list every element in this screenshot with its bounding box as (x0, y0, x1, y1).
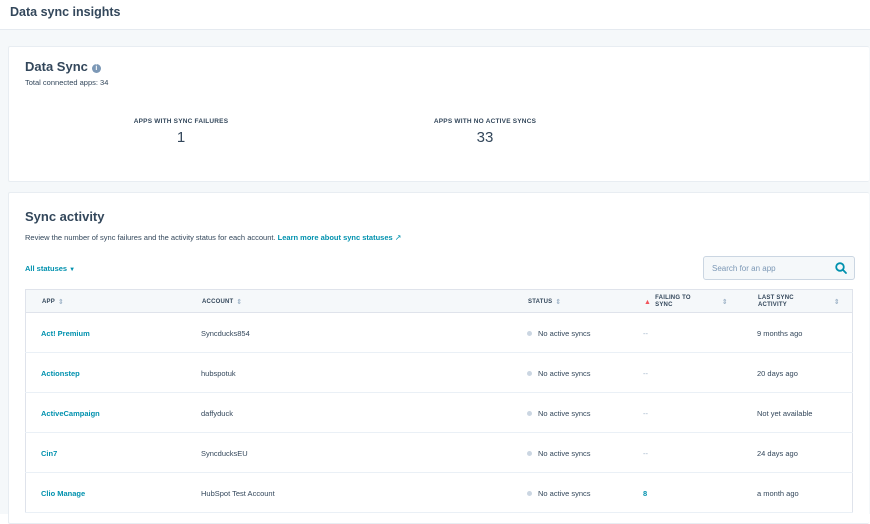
column-label-last-sync: LAST SYNC ACTIVITY (758, 295, 794, 308)
status-dot-icon (527, 450, 532, 456)
table-row: Clio Manage HubSpot Test Account No acti… (25, 473, 853, 513)
sync-activity-card: Sync activity Review the number of sync … (8, 192, 869, 524)
failing-cell: -- (643, 448, 648, 458)
column-header-last-sync-activity[interactable]: LAST SYNC ACTIVITY ⇕ (758, 290, 840, 314)
account-cell: HubSpot Test Account (201, 488, 275, 498)
column-header-app[interactable]: APP ⇕ (42, 290, 64, 314)
table-row: Act! Premium Syncducks854 No active sync… (25, 313, 853, 353)
search-input[interactable] (710, 260, 829, 277)
total-connected-apps: Total connected apps: 34 (25, 78, 109, 87)
last-activity-cell: 20 days ago (757, 368, 798, 378)
account-cell: Syncducks854 (201, 328, 250, 338)
column-header-account[interactable]: ACCOUNT ⇕ (202, 290, 242, 314)
app-link[interactable]: Actionstep (41, 369, 80, 378)
app-link[interactable]: Cin7 (41, 449, 57, 458)
info-icon[interactable]: i (91, 64, 101, 73)
column-header-failing-to-sync[interactable]: ▲ FAILING TO SYNC ⇕ (644, 290, 728, 314)
last-activity-cell: a month ago (757, 488, 799, 498)
sort-icon: ⇕ (833, 299, 840, 306)
status-dot-icon (527, 490, 532, 496)
table-header: APP ⇕ ACCOUNT ⇕ STATUS ⇕ ▲ FAILING TO SYNC ⇕… (25, 289, 853, 313)
table-row: Actionstep hubspotuk No active syncs -- … (25, 353, 853, 393)
failing-cell: -- (643, 408, 648, 418)
account-cell: daffyduck (201, 408, 233, 418)
table-row: Cin7 SyncducksEU No active syncs -- 24 d… (25, 433, 853, 473)
external-link-icon[interactable]: ↗ (395, 233, 402, 242)
sort-icon: ⇕ (555, 299, 562, 306)
table-row: ActiveCampaign daffyduck No active syncs… (25, 393, 853, 433)
last-activity-cell: Not yet available (757, 408, 813, 418)
column-header-status[interactable]: STATUS ⇕ (528, 290, 561, 314)
stat-value-sync-failures: 1 (176, 129, 186, 146)
status-dot-icon (527, 330, 532, 336)
account-cell: hubspotuk (201, 368, 236, 378)
learn-more-link[interactable]: Learn more about sync statuses (278, 233, 393, 242)
column-label-app: APP (42, 299, 55, 305)
app-link[interactable]: Act! Premium (41, 329, 90, 338)
sort-icon: ⇕ (721, 299, 728, 306)
last-activity-cell: 24 days ago (757, 448, 798, 458)
data-sync-title: Data Sync (25, 59, 88, 74)
status-cell: No active syncs (527, 313, 591, 353)
data-sync-summary-card: Data Sync i Total connected apps: 34 APPS… (8, 46, 869, 182)
content-area: Data Sync i Total connected apps: 34 APPS… (0, 29, 870, 524)
stat-label-sync-failures: APPS WITH SYNC FAILURES (133, 118, 229, 125)
app-link[interactable]: Clio Manage (41, 489, 85, 498)
chevron-down-icon: ▼ (69, 267, 76, 273)
sort-icon: ⇕ (236, 299, 243, 306)
last-activity-cell: 9 months ago (757, 328, 803, 338)
sort-icon: ⇕ (57, 299, 65, 306)
status-cell: No active syncs (527, 433, 591, 473)
search-box[interactable] (703, 256, 855, 280)
status-filter-dropdown[interactable]: All statuses ▼ (25, 264, 75, 273)
description-text: Review the number of sync failures and t… (25, 233, 276, 242)
stat-label-no-active-syncs: APPS WITH NO ACTIVE SYNCS (433, 118, 537, 125)
status-dot-icon (527, 410, 532, 416)
account-cell: SyncducksEU (201, 448, 248, 458)
failing-count-link[interactable]: 8 (643, 489, 647, 498)
stat-value-no-active-syncs: 33 (476, 129, 494, 146)
status-cell: No active syncs (527, 473, 591, 513)
status-cell: No active syncs (527, 393, 591, 433)
column-label-failing: FAILING TO SYNC (655, 295, 691, 308)
status-cell: No active syncs (527, 353, 591, 393)
warning-icon: ▲ (644, 298, 652, 306)
column-label-account: ACCOUNT (202, 299, 234, 305)
status-filter-label: All statuses (25, 264, 68, 273)
sync-activity-description: Review the number of sync failures and t… (25, 233, 401, 242)
column-label-status: STATUS (528, 299, 553, 305)
sync-activity-title: Sync activity (25, 209, 105, 224)
status-dot-icon (527, 370, 532, 376)
sync-activity-table: APP ⇕ ACCOUNT ⇕ STATUS ⇕ ▲ FAILING TO SYNC ⇕… (25, 289, 853, 523)
failing-cell: 8 (643, 473, 647, 513)
failing-cell: -- (643, 368, 648, 378)
failing-cell: -- (643, 328, 648, 338)
app-link[interactable]: ActiveCampaign (41, 409, 100, 418)
search-icon[interactable] (834, 261, 848, 275)
page-title: Data sync insights (10, 5, 121, 19)
data-sync-heading: Data Sync i (25, 59, 101, 74)
